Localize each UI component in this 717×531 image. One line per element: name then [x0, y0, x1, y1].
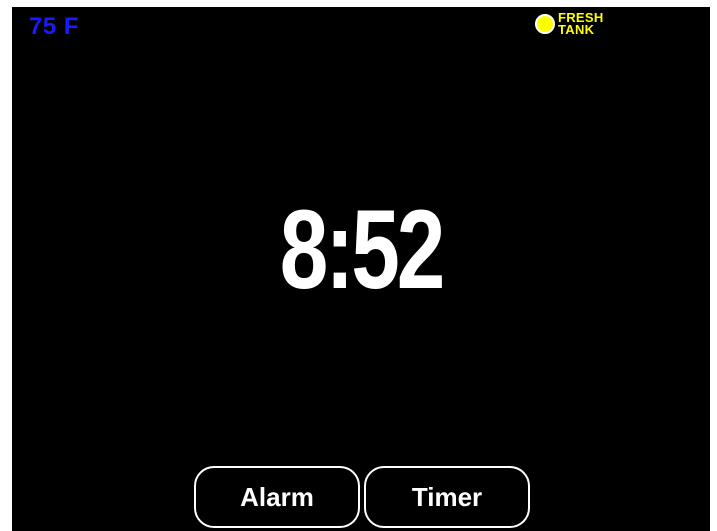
tank-label: FRESH TANK: [558, 11, 604, 37]
status-dot-icon: [535, 14, 555, 34]
temperature-readout: 75 F: [29, 13, 80, 40]
tank-label-line2: TANK: [558, 22, 595, 37]
clock-time: 8:52: [279, 187, 445, 312]
clock-screen: 75 F FRESH TANK 8:52 Alarm Timer: [12, 7, 710, 531]
alarm-button[interactable]: Alarm: [194, 466, 360, 528]
timer-button[interactable]: Timer: [364, 466, 530, 528]
fresh-tank-indicator: FRESH TANK: [535, 11, 604, 37]
